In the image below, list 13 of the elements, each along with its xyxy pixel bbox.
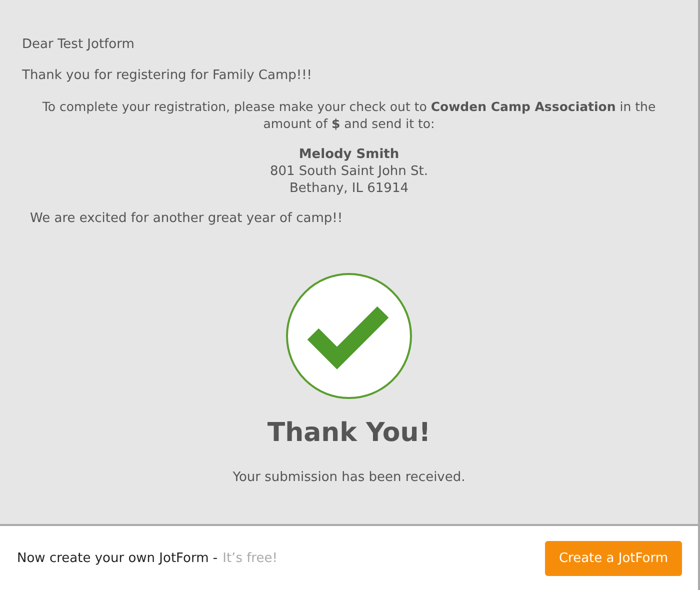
thank-you-title: Thank You! — [266, 418, 432, 448]
city-address: Bethany, IL 61914 — [290, 180, 408, 197]
free-note: It’s free! — [222, 550, 278, 566]
recipient-name: Melody Smith — [298, 146, 400, 163]
submission-text: Your submission has been received. — [232, 470, 466, 485]
promo-text: Now create your own JotForm - — [17, 550, 218, 566]
create-jotform-button[interactable]: Create a JotForm — [544, 540, 682, 576]
greeting-text: Dear Test Jotform — [22, 36, 136, 54]
street-address: 801 South Saint John St. — [270, 163, 428, 180]
closing-text: We are excited for another great year of camp!! — [30, 211, 344, 226]
checkmark-icon — [285, 272, 413, 400]
thanks-text: Thank you for registering for Family Camp!!! — [22, 67, 314, 85]
instructions-text: To complete your registration, please make your check out to Cowden Camp Association in the amount of $ and send it to: — [41, 98, 657, 132]
